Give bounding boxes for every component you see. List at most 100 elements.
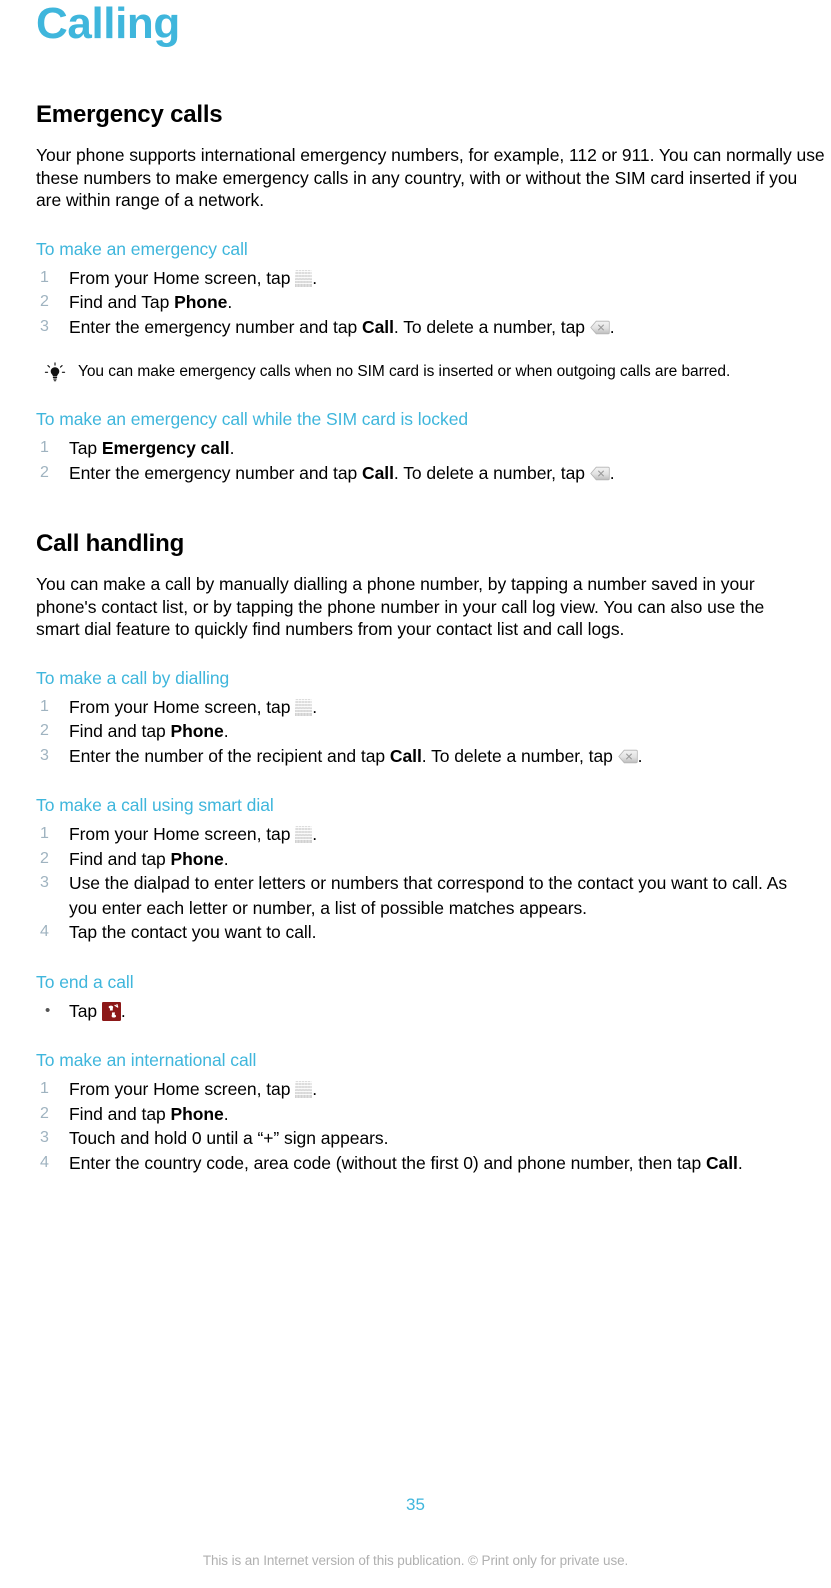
list-item: 4 Tap the contact you want to call. (36, 920, 826, 945)
step-text-tail: . (609, 316, 615, 337)
step-text: Find and Tap (69, 292, 175, 312)
step-text-tail: . (227, 292, 233, 312)
step-text: Touch and hold 0 until a “+” sign appear… (69, 1128, 389, 1148)
step-text-tail: . (120, 1000, 126, 1021)
step-number: 3 (40, 874, 49, 891)
steps-end-a-call: • Tap . (36, 999, 826, 1024)
app-grid-icon[interactable] (295, 826, 313, 843)
steps-make-call-smart-dial: 1 From your Home screen, tap . 2 Find and … (36, 822, 826, 945)
step-text-tail: . (312, 696, 318, 717)
app-grid-icon[interactable] (295, 1081, 313, 1098)
section-intro-paragraph: You can make a call by manually dialling… (36, 574, 765, 639)
step-ui-label: Emergency call (101, 438, 230, 458)
step-ui-label: Call (389, 745, 422, 766)
page-content: Emergency calls Your phone supports inte… (36, 100, 826, 1175)
list-item: 2 Enter the emergency number and tap Call… (36, 461, 826, 486)
tip-note: You can make emergency calls when no SIM… (36, 361, 831, 382)
list-item: 1 From your Home screen, tap . (36, 695, 826, 720)
list-item: 2 Find and tap Phone. (36, 719, 826, 744)
step-ui-label: Phone (170, 1103, 224, 1124)
step-number: 2 (40, 1104, 49, 1122)
step-number: 4 (40, 923, 49, 940)
section-emergency-calls: Emergency calls Your phone supports inte… (36, 100, 826, 485)
step-text-mid: . To delete a number, tap (393, 462, 590, 483)
task-heading-end-a-call: To end a call (36, 971, 134, 992)
step-text-tail: . (223, 1103, 229, 1124)
end-call-icon[interactable] (101, 1001, 121, 1021)
section-call-handling: Call handling You can make a call by man… (36, 529, 826, 1175)
step-text-mid: . To delete a number, tap (393, 316, 590, 337)
backspace-icon[interactable] (617, 746, 638, 763)
step-text: From your Home screen, tap (69, 824, 296, 844)
step-ui-label: Call (362, 462, 394, 483)
list-item: 4 Enter the country code, area code (with… (36, 1151, 809, 1176)
step-number: 2 (40, 722, 49, 739)
step-ui-label: Call (362, 316, 394, 337)
step-number: 3 (40, 317, 49, 335)
step-text-tail: . (223, 848, 229, 869)
step-number: 1 (40, 697, 49, 715)
backspace-icon[interactable] (590, 463, 610, 480)
step-text: From your Home screen, tap (69, 696, 296, 717)
step-number: 3 (40, 1129, 49, 1146)
list-item: 1 From your Home screen, tap . (36, 1077, 826, 1102)
list-item: 2 Find and Tap Phone. (36, 290, 826, 315)
step-ui-label: Phone (170, 721, 224, 741)
task-heading-international-call: To make an international call (36, 1050, 257, 1070)
step-text: Tap (69, 1000, 102, 1021)
step-ui-label: Phone (174, 292, 228, 312)
step-text: Enter the emergency number and tap (69, 462, 363, 483)
page-number: 35 (406, 1495, 425, 1514)
step-text: Enter the emergency number and tap (69, 316, 363, 337)
list-item: 1 Tap Emergency call. (36, 436, 826, 461)
step-text-tail: . (223, 721, 229, 741)
step-text: Find and tap (69, 1103, 171, 1124)
step-number: 3 (40, 746, 49, 764)
task-heading-emergency-call-sim-locked: To make an emergency call while the SIM … (36, 409, 469, 429)
step-text: Find and tap (69, 848, 171, 869)
task-heading-make-emergency-call: To make an emergency call (36, 238, 248, 259)
task-heading-make-call-smart-dial: To make a call using smart dial (36, 795, 274, 815)
step-text-tail: . (312, 824, 318, 844)
step-text: Find and tap (69, 721, 171, 741)
task-heading-make-call-by-dialling: To make a call by dialling (36, 667, 230, 688)
step-text: Enter the number of the recipient and ta… (69, 745, 390, 766)
steps-international-call: 1 From your Home screen, tap . 2 Find and … (36, 1077, 826, 1175)
step-ui-label: Phone (170, 848, 224, 869)
step-number: 2 (40, 293, 49, 310)
backspace-icon[interactable] (590, 317, 610, 334)
bullet-marker: • (45, 1001, 51, 1019)
app-grid-icon[interactable] (295, 269, 313, 287)
step-text-tail: . (609, 462, 615, 483)
step-text-tail: . (737, 1152, 743, 1173)
step-number: 1 (40, 825, 49, 842)
step-number: 1 (40, 268, 49, 286)
list-item: 1 From your Home screen, tap . (36, 822, 826, 847)
step-text: From your Home screen, tap (69, 267, 296, 288)
step-text: Use the dialpad to enter letters or numb… (69, 873, 788, 918)
lightbulb-icon (44, 362, 66, 384)
section-intro-paragraph: Your phone supports international emerge… (36, 145, 825, 210)
step-text-tail: . (229, 438, 235, 458)
steps-make-call-by-dialling: 1 From your Home screen, tap . 2 Find and … (36, 695, 826, 769)
page-title: Calling (36, 0, 180, 48)
steps-make-emergency-call: 1 From your Home screen, tap . 2 Find and … (36, 266, 826, 340)
step-text-tail: . (637, 745, 643, 766)
app-grid-icon[interactable] (295, 698, 313, 716)
section-heading: Emergency calls (36, 101, 223, 128)
step-text-tail: . (312, 267, 318, 288)
list-item: 2 Find and tap Phone. (36, 847, 826, 872)
tip-text: You can make emergency calls when no SIM… (78, 363, 731, 380)
list-item: 3 Use the dialpad to enter letters or num… (36, 871, 809, 920)
step-number: 1 (40, 439, 49, 456)
list-item: 2 Find and tap Phone. (36, 1102, 826, 1127)
section-heading: Call handling (36, 530, 185, 557)
steps-emergency-call-sim-locked: 1 Tap Emergency call. 2 Enter the emergenc… (36, 436, 826, 485)
step-number: 2 (40, 849, 49, 867)
legal-notice: This is an Internet version of this publ… (202, 1553, 629, 1568)
step-number: 1 (40, 1080, 49, 1097)
list-item: 3 Enter the emergency number and tap Call… (36, 315, 826, 340)
step-number: 2 (40, 463, 49, 481)
list-item: • Tap . (36, 999, 826, 1024)
step-text: Tap the contact you want to call. (69, 922, 317, 942)
